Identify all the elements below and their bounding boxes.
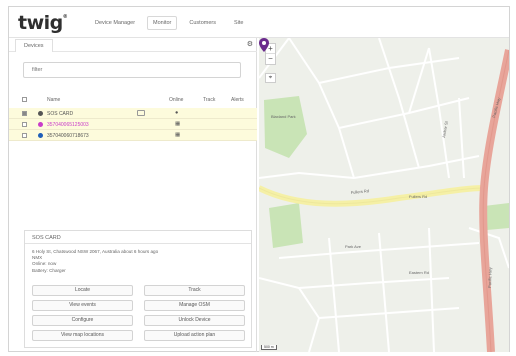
app-window: twig® Device Manager Monitor Customers S… — [8, 6, 510, 352]
tab-devices[interactable]: Devices — [15, 39, 53, 52]
filter-field — [23, 62, 241, 78]
table-row[interactable]: SOS CARD ● — [9, 108, 257, 119]
devices-tab-row: Devices ⚙ — [9, 38, 257, 52]
status-dot-icon — [38, 133, 43, 138]
row-checkbox[interactable] — [22, 133, 27, 138]
devices-list: SOS CARD ● 357040065125003 ▦ 35704006071… — [9, 108, 257, 141]
main-nav: Device Manager Monitor Customers Site — [89, 16, 249, 30]
filter-input[interactable] — [24, 63, 240, 77]
devices-panel: Devices ⚙ Name Online Track Alerts SOS C… — [9, 38, 257, 352]
detail-info: 6 Holy St, Chatswood NSW 2067, Australia… — [25, 244, 251, 274]
twig-logo[interactable]: twig® — [18, 12, 68, 34]
manage-osm-button[interactable]: Manage OSM — [144, 300, 245, 311]
device-name: SOS CARD — [47, 110, 74, 117]
col-online[interactable]: Online — [169, 97, 183, 103]
online-status: ● — [175, 109, 179, 116]
row-checkbox[interactable] — [22, 122, 27, 127]
online-status: ▦ — [175, 120, 181, 127]
street-label: Park Ave — [345, 244, 362, 249]
table-row[interactable]: 357040065125003 ▦ — [9, 119, 257, 130]
park-area — [269, 203, 303, 248]
detail-title: SOS CARD — [25, 231, 251, 244]
unlock-device-button[interactable]: Unlock Device — [144, 315, 245, 326]
street-label: Pacific Hwy — [487, 267, 493, 288]
location-marker-icon[interactable] — [259, 38, 269, 52]
track-button[interactable]: Track — [144, 285, 245, 296]
park-area — [484, 203, 509, 230]
gear-icon[interactable]: ⚙ — [247, 40, 253, 48]
status-dot-icon — [38, 111, 43, 116]
view-events-button[interactable]: View events — [32, 300, 133, 311]
card-icon — [137, 110, 145, 116]
online-status: ▦ — [175, 131, 181, 138]
device-name: 357040065125003 — [47, 121, 89, 128]
configure-button[interactable]: Configure — [32, 315, 133, 326]
map-canvas: Fullers Rd Fullers Rd Pacific Hwy Pacifi… — [259, 38, 509, 352]
nav-device-manager[interactable]: Device Manager — [89, 16, 141, 30]
view-map-locations-button[interactable]: View map locations — [32, 330, 133, 341]
top-header: twig® Device Manager Monitor Customers S… — [9, 7, 509, 38]
street-label: Blaxland Park — [271, 114, 296, 119]
locate-button[interactable]: Locate — [32, 285, 133, 296]
devices-table-header: Name Online Track Alerts — [9, 94, 257, 106]
select-all-checkbox[interactable] — [22, 97, 27, 102]
col-track[interactable]: Track — [203, 97, 215, 103]
status-dot-icon — [38, 122, 43, 127]
upload-action-plan-button[interactable]: Upload action plan — [144, 330, 245, 341]
nav-site[interactable]: Site — [228, 16, 249, 30]
nav-monitor[interactable]: Monitor — [147, 16, 178, 30]
device-detail-panel: SOS CARD 6 Holy St, Chatswood NSW 2067, … — [24, 230, 252, 348]
map-view[interactable]: Fullers Rd Fullers Rd Pacific Hwy Pacifi… — [259, 38, 509, 352]
street-label: Eastern Rd — [409, 270, 429, 275]
street-label: Fullers Rd — [409, 194, 427, 199]
col-name[interactable]: Name — [47, 97, 60, 103]
nav-customers[interactable]: Customers — [183, 16, 222, 30]
zoom-out-button[interactable]: − — [266, 54, 275, 64]
col-alerts[interactable]: Alerts — [231, 97, 244, 103]
detail-battery: Battery: Charger — [32, 267, 66, 273]
locate-icon[interactable]: ⌖ — [265, 73, 276, 83]
map-scale: 500 m — [261, 345, 277, 350]
row-checkbox[interactable] — [22, 111, 27, 116]
device-name: 357040060718673 — [47, 132, 89, 139]
table-row[interactable]: 357040060718673 ▦ — [9, 130, 257, 141]
